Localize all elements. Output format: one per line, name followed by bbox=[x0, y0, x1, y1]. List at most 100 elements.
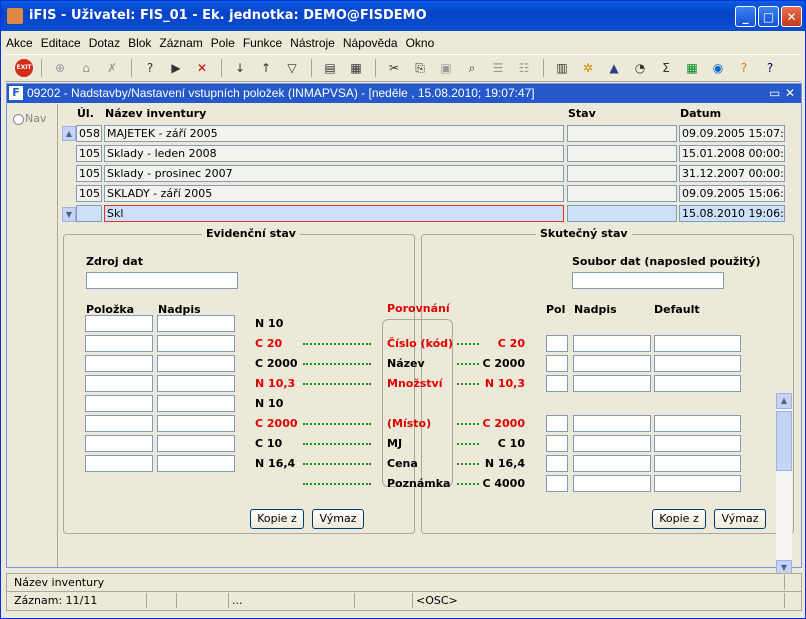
rows-scroll-down[interactable]: ▼ bbox=[62, 207, 76, 222]
row-2-ul[interactable]: 105 bbox=[76, 145, 102, 162]
menu-akce[interactable]: Akce bbox=[1, 34, 36, 52]
print-preview-icon[interactable]: ▦ bbox=[347, 59, 365, 77]
nadpis-input-right-2[interactable] bbox=[573, 335, 651, 352]
chart-icon[interactable]: ▲ bbox=[605, 59, 623, 77]
row-4-stav[interactable] bbox=[567, 185, 677, 202]
row-2-datum[interactable]: 15.01.2008 00:00:00 bbox=[679, 145, 785, 162]
default-input-4[interactable] bbox=[654, 375, 741, 392]
kopie-z-button-right[interactable]: Kopie z bbox=[652, 509, 706, 529]
row-1-ul[interactable]: 058 bbox=[76, 125, 102, 142]
pol-input-2[interactable] bbox=[546, 335, 568, 352]
row-2-nazev[interactable]: Sklady - leden 2008 bbox=[104, 145, 564, 162]
nadpis-input-right-8[interactable] bbox=[573, 455, 651, 472]
row-5-datum[interactable]: 15.08.2010 19:06:56 bbox=[679, 205, 785, 222]
new-record-icon[interactable]: ⊕ bbox=[51, 59, 69, 77]
pol-input-3[interactable] bbox=[546, 355, 568, 372]
default-input-2[interactable] bbox=[654, 335, 741, 352]
row-4-ul[interactable]: 105 bbox=[76, 185, 102, 202]
polozka-input-7[interactable] bbox=[85, 435, 153, 452]
nadpis-input-right-6[interactable] bbox=[573, 415, 651, 432]
row-5-nazev[interactable]: Skl bbox=[104, 205, 564, 222]
default-input-6[interactable] bbox=[654, 415, 741, 432]
polozka-input-4[interactable] bbox=[85, 375, 153, 392]
menu-zaznam[interactable]: Záznam bbox=[154, 34, 205, 52]
exit-icon[interactable]: EXIT bbox=[15, 59, 33, 77]
row-3-nazev[interactable]: Sklady - prosinec 2007 bbox=[104, 165, 564, 182]
row-3-stav[interactable] bbox=[567, 165, 677, 182]
row-1-datum[interactable]: 09.09.2005 15:07:14 bbox=[679, 125, 785, 142]
default-input-8[interactable] bbox=[654, 455, 741, 472]
paste-icon[interactable]: ▣ bbox=[437, 59, 455, 77]
pol-input-8[interactable] bbox=[546, 455, 568, 472]
mapping-scroll-up[interactable]: ▲ bbox=[776, 393, 792, 409]
row-4-nazev[interactable]: SKLADY - září 2005 bbox=[104, 185, 564, 202]
menu-dotaz[interactable]: Dotaz bbox=[84, 34, 123, 52]
menu-okno[interactable]: Okno bbox=[401, 34, 438, 52]
menu-pole[interactable]: Pole bbox=[206, 34, 238, 52]
pol-input-7[interactable] bbox=[546, 435, 568, 452]
cut-icon[interactable]: ✂ bbox=[385, 59, 403, 77]
web-icon[interactable]: ◉ bbox=[709, 59, 727, 77]
help-context-icon[interactable]: ? bbox=[735, 59, 753, 77]
polozka-input-2[interactable] bbox=[85, 335, 153, 352]
insert-record-icon[interactable]: ⌂ bbox=[77, 59, 95, 77]
calculator-icon[interactable]: ▥ bbox=[553, 59, 571, 77]
pol-input-4[interactable] bbox=[546, 375, 568, 392]
pol-input-6[interactable] bbox=[546, 415, 568, 432]
nadpis-input-left-7[interactable] bbox=[157, 435, 235, 452]
list-icon[interactable]: ☰ bbox=[489, 59, 507, 77]
form-close-button[interactable]: ✕ bbox=[785, 86, 795, 100]
row-4-datum[interactable]: 09.09.2005 15:06:37 bbox=[679, 185, 785, 202]
minimize-button[interactable]: _ bbox=[735, 6, 756, 27]
menu-funkce[interactable]: Funkce bbox=[238, 34, 285, 52]
rows-scroll-up[interactable]: ▲ bbox=[62, 126, 76, 141]
polozka-input-5[interactable] bbox=[85, 395, 153, 412]
nadpis-input-right-4[interactable] bbox=[573, 375, 651, 392]
row-3-ul[interactable]: 105 bbox=[76, 165, 102, 182]
delete-record-icon[interactable]: ✗ bbox=[103, 59, 121, 77]
menu-editace[interactable]: Editace bbox=[36, 34, 84, 52]
nadpis-input-left-5[interactable] bbox=[157, 395, 235, 412]
list-values-icon[interactable]: ☷ bbox=[515, 59, 533, 77]
maximize-button[interactable]: □ bbox=[758, 6, 779, 27]
cancel-query-icon[interactable]: ✕ bbox=[193, 59, 211, 77]
clock-icon[interactable]: ◔ bbox=[631, 59, 649, 77]
mapping-scroll-thumb[interactable] bbox=[776, 411, 792, 471]
row-2-stav[interactable] bbox=[567, 145, 677, 162]
vymaz-button-left[interactable]: Výmaz bbox=[312, 509, 364, 529]
nadpis-input-left-3[interactable] bbox=[157, 355, 235, 372]
polozka-input-1[interactable] bbox=[85, 315, 153, 332]
execute-query-icon[interactable]: ▶ bbox=[167, 59, 185, 77]
mapping-scrollbar[interactable]: ▲ ▼ bbox=[776, 393, 792, 576]
copy-icon[interactable]: ⎘ bbox=[411, 59, 429, 77]
form-restore-button[interactable]: ▭ bbox=[769, 86, 780, 100]
polozka-input-3[interactable] bbox=[85, 355, 153, 372]
sum-icon[interactable]: Σ bbox=[657, 59, 675, 77]
nadpis-input-left-6[interactable] bbox=[157, 415, 235, 432]
nadpis-input-left-8[interactable] bbox=[157, 455, 235, 472]
zdroj-dat-input[interactable] bbox=[86, 272, 238, 289]
row-5-ul[interactable] bbox=[76, 205, 102, 222]
close-button[interactable]: ✕ bbox=[781, 6, 802, 27]
default-input-7[interactable] bbox=[654, 435, 741, 452]
polozka-input-6[interactable] bbox=[85, 415, 153, 432]
search-icon[interactable]: ⌕ bbox=[463, 59, 481, 77]
nav-radio[interactable] bbox=[13, 114, 24, 125]
filter-icon[interactable]: ▽ bbox=[283, 59, 301, 77]
pol-input-9[interactable] bbox=[546, 475, 568, 492]
enter-query-icon[interactable]: ? bbox=[141, 59, 159, 77]
row-5-stav[interactable] bbox=[567, 205, 677, 222]
nadpis-input-left-4[interactable] bbox=[157, 375, 235, 392]
nadpis-input-left-1[interactable] bbox=[157, 315, 235, 332]
default-input-3[interactable] bbox=[654, 355, 741, 372]
row-1-stav[interactable] bbox=[567, 125, 677, 142]
soubor-dat-input[interactable] bbox=[572, 272, 724, 289]
sort-desc-icon[interactable]: ↑ bbox=[257, 59, 275, 77]
menu-blok[interactable]: Blok bbox=[123, 34, 154, 52]
menu-napoveda[interactable]: Nápověda bbox=[338, 34, 401, 52]
menu-nastroje[interactable]: Nástroje bbox=[285, 34, 338, 52]
nadpis-input-left-2[interactable] bbox=[157, 335, 235, 352]
vymaz-button-right[interactable]: Výmaz bbox=[714, 509, 766, 529]
row-3-datum[interactable]: 31.12.2007 00:00:00 bbox=[679, 165, 785, 182]
settings-icon[interactable]: ✲ bbox=[579, 59, 597, 77]
